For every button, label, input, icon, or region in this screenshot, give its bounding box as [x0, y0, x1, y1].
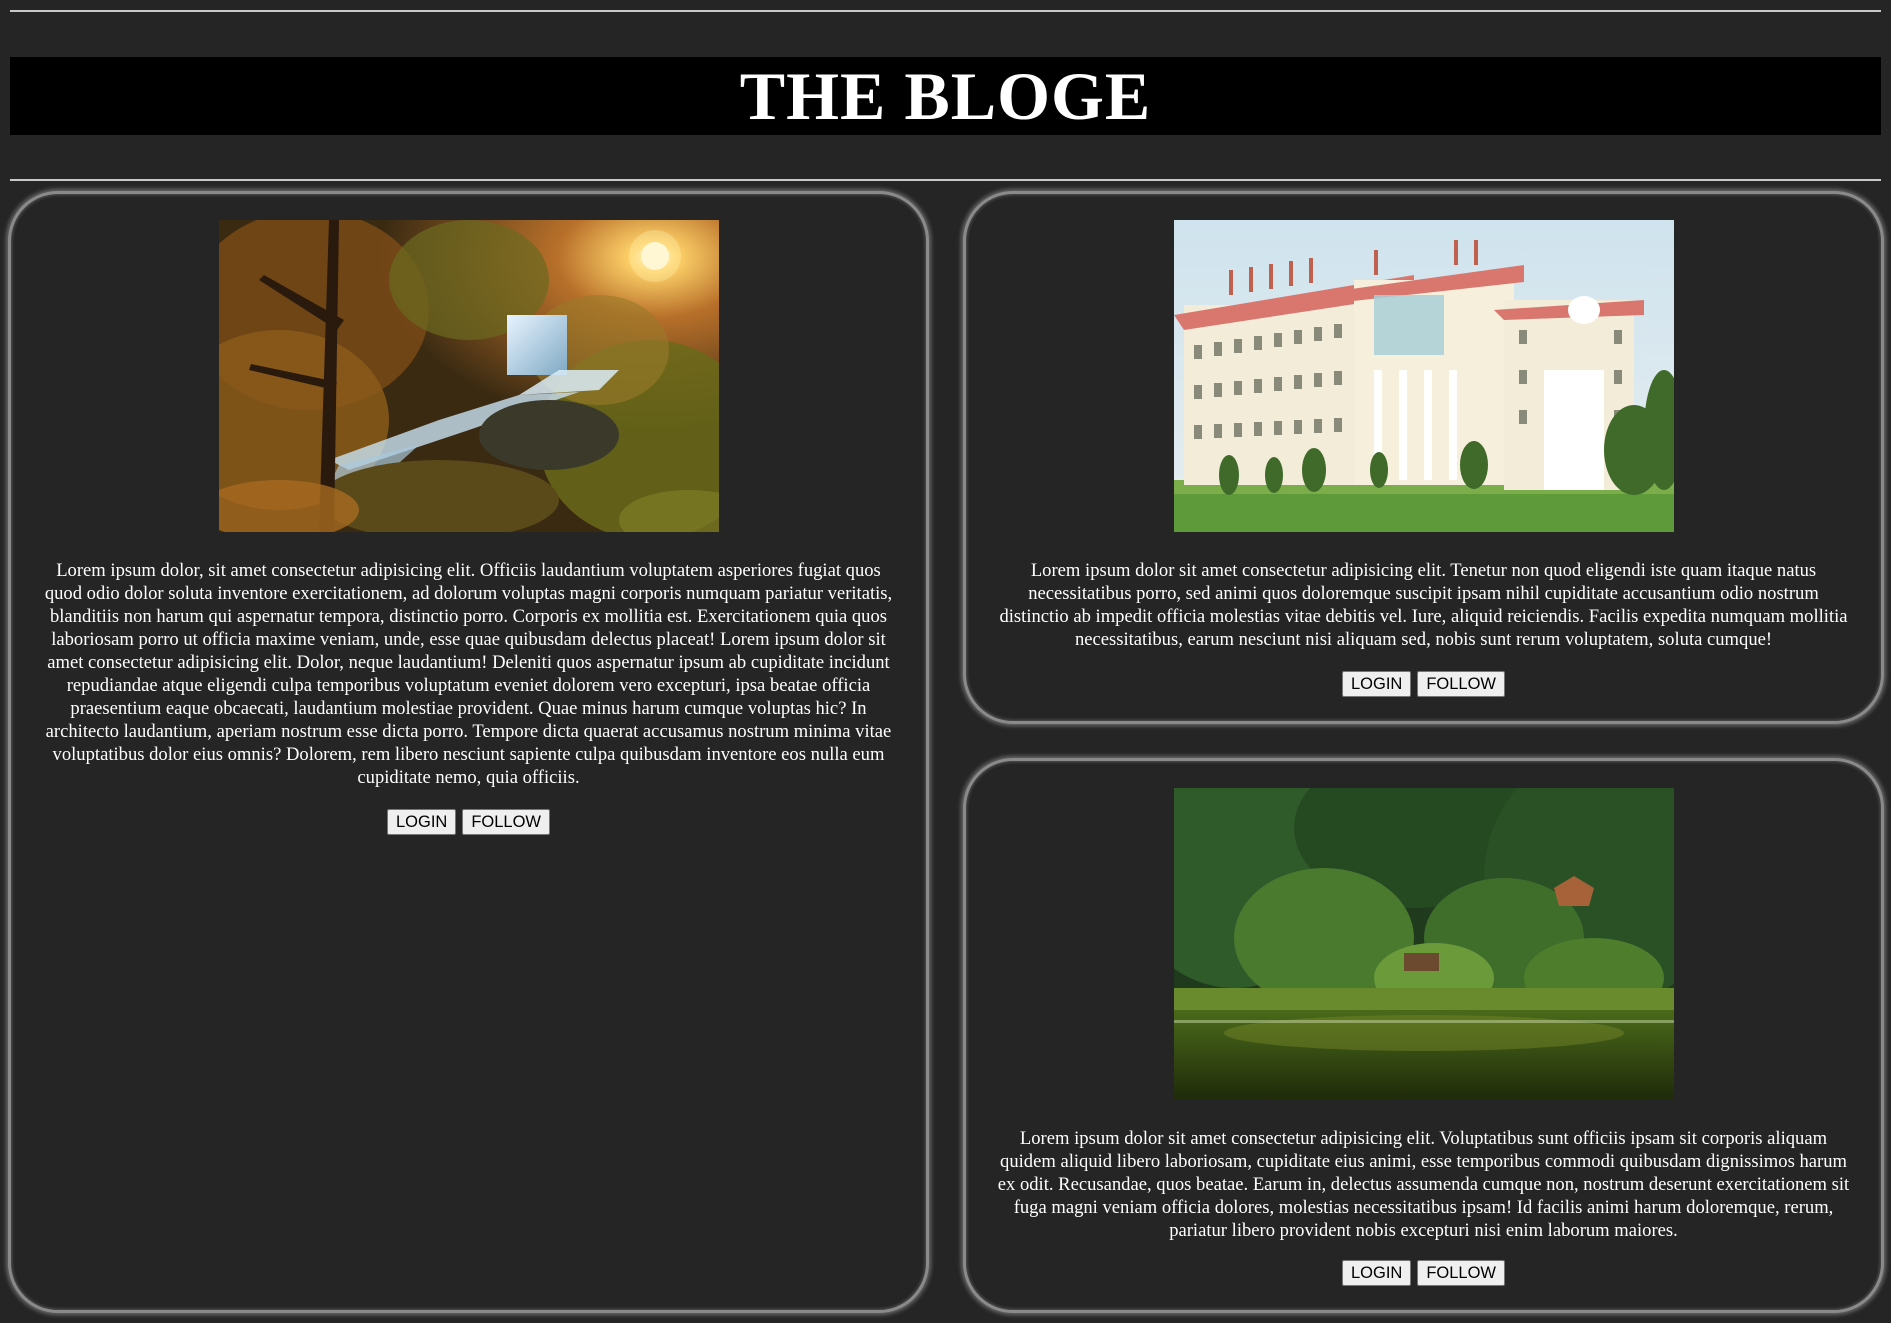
- login-button[interactable]: LOGIN: [1341, 671, 1412, 697]
- header-divider: [10, 179, 1881, 181]
- follow-button[interactable]: FOLLOW: [1417, 1260, 1506, 1286]
- post-image-autumn-waterfall: [218, 220, 719, 532]
- follow-button[interactable]: FOLLOW: [1417, 671, 1506, 697]
- post-card-lake: Lorem ipsum dolor sit amet consectetur a…: [963, 758, 1884, 1313]
- building-image: [1173, 220, 1674, 532]
- post-image-forest-lake: [1173, 788, 1674, 1100]
- top-divider: [10, 10, 1881, 12]
- post-card-autumn: Lorem ipsum dolor, sit amet consectetur …: [8, 191, 929, 1313]
- forest-lake-image: [1173, 788, 1674, 1100]
- login-button[interactable]: LOGIN: [386, 809, 457, 835]
- post-image-building: [1173, 220, 1674, 532]
- post-card-building: Lorem ipsum dolor sit amet consectetur a…: [963, 191, 1884, 724]
- login-button[interactable]: LOGIN: [1341, 1260, 1412, 1286]
- page-title: THE BLOGE: [10, 57, 1881, 135]
- autumn-waterfall-image: [218, 220, 719, 532]
- post-actions: LOGIN FOLLOW: [966, 671, 1881, 697]
- post-actions: LOGIN FOLLOW: [11, 809, 926, 835]
- post-text: Lorem ipsum dolor sit amet consectetur a…: [997, 1128, 1850, 1241]
- post-text: Lorem ipsum dolor, sit amet consectetur …: [44, 560, 893, 788]
- follow-button[interactable]: FOLLOW: [462, 809, 551, 835]
- post-actions: LOGIN FOLLOW: [966, 1260, 1881, 1286]
- post-text: Lorem ipsum dolor sit amet consectetur a…: [999, 560, 1848, 650]
